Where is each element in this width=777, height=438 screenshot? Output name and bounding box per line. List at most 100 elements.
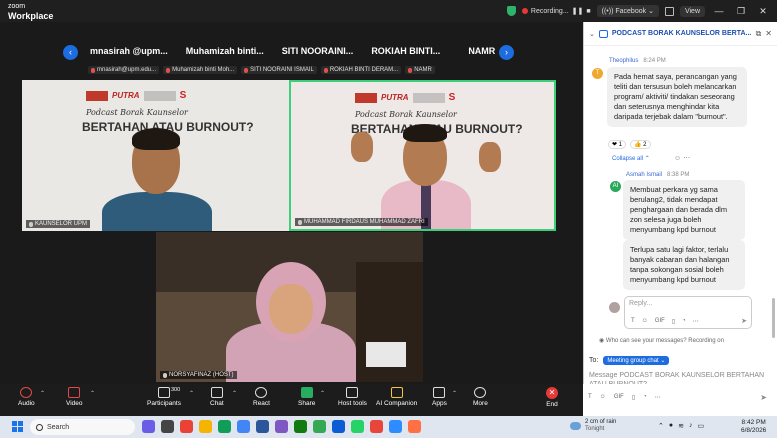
more-button[interactable]: More (473, 387, 488, 407)
maximize-icon[interactable]: ❐ (733, 6, 749, 17)
react-button[interactable]: React (253, 387, 270, 407)
format-icon[interactable]: T (631, 318, 635, 325)
view-label: View (684, 7, 700, 15)
app-tray-icon[interactable]: ● (669, 422, 673, 430)
file-icon[interactable]: ▯ (632, 394, 635, 401)
strip-name[interactable]: SITI NOORAINI... (282, 46, 354, 56)
recording-indicator[interactable]: Recording... ❚❚ ■ (521, 7, 591, 15)
video-tile-kaunselor[interactable]: PUTRA S Podcast Borak Kaunselor BERTAHAN… (22, 80, 290, 231)
strip-name[interactable]: Muhamizah binti... (186, 46, 264, 56)
grid-icon[interactable] (664, 6, 674, 16)
video-button[interactable]: Video (66, 387, 83, 407)
avatar[interactable]: AI (610, 181, 621, 192)
strip-name[interactable]: NAMR (468, 46, 495, 56)
app-icon[interactable] (237, 420, 250, 433)
chevron-up-icon[interactable]: ⌃ (658, 422, 664, 430)
message-bubble[interactable]: Membuat perkara yg sama berulang2, tidak… (623, 180, 745, 240)
chrome-icon[interactable] (313, 420, 326, 433)
unit-logo-icon (412, 92, 445, 103)
close-icon[interactable]: ✕ (765, 29, 772, 38)
host-tools-button[interactable]: Host tools (338, 387, 367, 407)
emoji-icon[interactable]: ☺ (642, 318, 648, 325)
gif-icon[interactable]: GIF (655, 318, 665, 325)
close-icon[interactable]: ✕ (755, 6, 771, 17)
app-icon[interactable] (389, 420, 402, 433)
mini-label: NAMR (405, 66, 435, 74)
prev-page-button[interactable]: ‹ (63, 45, 78, 60)
chevron-down-icon[interactable]: ⌄ (589, 30, 595, 38)
file-icon[interactable]: ▯ (672, 318, 675, 325)
avatar[interactable]: T (592, 68, 603, 79)
screenshot-icon[interactable]: ◔ (643, 394, 647, 401)
app-icon[interactable] (370, 420, 383, 433)
video-tile-firdaus[interactable]: PUTRA S Podcast Borak Kaunselor BERTAHAN… (289, 80, 556, 231)
xbox-icon[interactable] (294, 420, 307, 433)
chevron-up-icon[interactable]: ⌃ (452, 390, 457, 397)
app-icon[interactable] (142, 420, 155, 433)
strip-name[interactable]: mnasirah @upm... (90, 46, 168, 56)
audio-button[interactable]: Audio (18, 387, 35, 407)
gif-icon[interactable]: GIF (614, 394, 624, 401)
chat-button[interactable]: Chat (210, 387, 224, 407)
reply-input[interactable]: Reply... T ☺ GIF ▯ ◔ ⋯ ➤ (624, 296, 752, 329)
heart-reaction[interactable]: ❤ 1 (608, 140, 627, 149)
message-list[interactable]: Theophilus 8:24 PM T Pada hemat saya, per… (584, 52, 770, 312)
taskbar-clock[interactable]: 8:42 PM 6/8/2026 (741, 419, 766, 435)
shield-icon[interactable] (506, 6, 516, 16)
app-icon[interactable] (180, 420, 193, 433)
thumbs-up-reaction[interactable]: 👍 2 (630, 140, 651, 149)
minimize-icon[interactable]: — (711, 6, 727, 16)
video-tile-host[interactable]: NORSYAFINAZ (HOST) (156, 232, 423, 382)
wifi-icon[interactable]: ≋ (678, 422, 684, 430)
chevron-up-icon[interactable]: ⌃ (189, 390, 194, 397)
pause-icon[interactable]: ❚❚ (572, 7, 584, 15)
chevron-up-icon[interactable]: ⌃ (232, 390, 237, 397)
facebook-stream-button[interactable]: ((•)) Facebook ⌄ (596, 5, 659, 17)
collapse-all-link[interactable]: Collapse all ⌃ (612, 155, 650, 162)
strip-name[interactable]: ROKIAH BINTI... (371, 46, 440, 56)
next-page-button[interactable]: › (499, 45, 514, 60)
message-bubble[interactable]: Pada hemat saya, perancangan yang teliti… (607, 67, 747, 127)
send-icon[interactable]: ➤ (741, 317, 747, 325)
task-view-icon[interactable] (161, 420, 174, 433)
format-icon[interactable]: T (588, 394, 592, 401)
more-icon[interactable]: ⋯ (693, 318, 699, 325)
emoji-icon[interactable]: ☺ (600, 394, 606, 401)
battery-icon[interactable]: ▭ (697, 422, 704, 430)
whatsapp-icon[interactable] (351, 420, 364, 433)
share-button[interactable]: Share (298, 387, 315, 407)
recipient-dropdown[interactable]: Meeting group chat ⌄ (603, 356, 670, 365)
more-icon[interactable]: ⋯ (655, 394, 661, 401)
apps-button[interactable]: Apps (432, 387, 447, 407)
participant-name-tag: NORSYAFINAZ (HOST) (160, 371, 237, 379)
screenshot-icon[interactable]: ◔ (682, 318, 686, 325)
chevron-up-icon[interactable]: ⌃ (90, 390, 95, 397)
end-button[interactable]: ✕ End (546, 387, 558, 408)
chat-compose-toolbar: T ☺ GIF ▯ ◔ ⋯ ➤ (583, 384, 777, 416)
reply-toolbar: T ☺ GIF ▯ ◔ ⋯ (631, 318, 699, 325)
chevron-up-icon[interactable]: ⌃ (40, 390, 45, 397)
app-icon[interactable] (256, 420, 269, 433)
weather-widget[interactable]: 2 cm of rain Tonight (570, 419, 616, 433)
emoji-icon[interactable]: ☺ ⋯ (674, 154, 690, 162)
zoom-icon[interactable] (332, 420, 345, 433)
chrome-icon[interactable] (408, 420, 421, 433)
ai-companion-button[interactable]: AI Companion (376, 387, 417, 407)
speaker-icon[interactable]: ♪ (689, 422, 693, 430)
message-bubble[interactable]: Terlupa satu lagi faktor, terlalu banyak… (623, 240, 745, 290)
edge-icon[interactable] (218, 420, 231, 433)
chat-scrollbar[interactable] (772, 298, 775, 338)
chevron-up-icon[interactable]: ⌃ (320, 390, 325, 397)
folder-icon[interactable] (199, 420, 212, 433)
who-can-see-notice[interactable]: ◉ Who can see your messages? Recording o… (599, 337, 724, 344)
stop-icon[interactable]: ■ (586, 8, 590, 15)
taskbar-search[interactable]: Search (30, 419, 135, 435)
send-icon[interactable]: ➤ (760, 393, 767, 402)
participant-name-tag: KAUNSELOR UPM (26, 220, 91, 228)
windows-start-icon[interactable] (12, 421, 23, 432)
view-button[interactable]: View (679, 5, 705, 17)
message-sender: Asmah Ismail 8:38 PM (626, 172, 690, 178)
popout-icon[interactable]: ⧉ (756, 29, 762, 39)
meeting-toolbar: Audio ⌃ Video ⌃ Participants 300 ⌃ Chat … (0, 384, 583, 416)
app-icon[interactable] (275, 420, 288, 433)
